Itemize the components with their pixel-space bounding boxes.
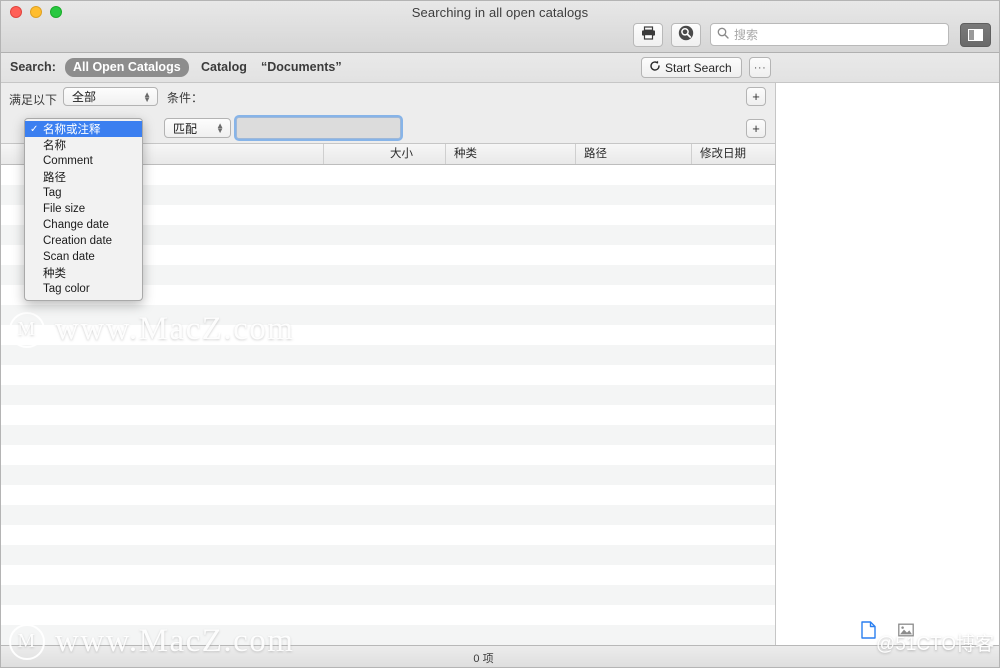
field-menu-item-label: File size xyxy=(43,203,86,215)
table-row[interactable] xyxy=(1,405,775,425)
match-all-value: 全部 xyxy=(72,90,97,104)
toolbar-search-placeholder: 搜索 xyxy=(734,28,759,42)
field-menu-item-label: Change date xyxy=(43,219,109,231)
scope-catalog[interactable]: Catalog xyxy=(193,58,255,77)
table-row[interactable] xyxy=(1,505,775,525)
table-row[interactable] xyxy=(1,385,775,405)
refresh-icon xyxy=(649,60,661,75)
table-row[interactable] xyxy=(1,485,775,505)
field-menu-item[interactable]: File size xyxy=(25,201,142,217)
table-row[interactable] xyxy=(1,585,775,605)
column-header-path[interactable]: 路径 xyxy=(575,144,691,164)
printer-icon xyxy=(641,25,656,45)
toolbar-search-field[interactable]: 搜索 xyxy=(710,23,949,46)
scan-search-button[interactable] xyxy=(671,23,701,47)
document-view-icon[interactable] xyxy=(861,621,876,644)
field-dropdown-menu[interactable]: ✓ 名称或注释名称 Comment 路径 Tag File size Change date… xyxy=(24,118,143,301)
field-menu-item-label: Tag xyxy=(43,187,62,199)
field-menu-item-label: 路径 xyxy=(43,172,66,184)
field-menu-item[interactable]: 名称 xyxy=(25,137,142,153)
scope-documents[interactable]: “Documents” xyxy=(253,58,350,77)
field-menu-item-label: Creation date xyxy=(43,235,113,247)
field-menu-item-label: Comment xyxy=(43,155,93,167)
criteria-value-input[interactable] xyxy=(236,117,401,139)
chevron-updown-icon: ▲ ▼ xyxy=(216,121,224,135)
criteria-prefix-label: 满足以下 xyxy=(9,93,58,107)
table-row[interactable] xyxy=(1,325,775,345)
sidebar-toggle-button[interactable] xyxy=(960,23,991,47)
field-menu-item[interactable]: Creation date xyxy=(25,233,142,249)
add-criteria-row-button-2[interactable]: + xyxy=(746,119,766,138)
search-scope-bar: Search: All Open Catalogs Catalog “Docum… xyxy=(1,53,999,83)
field-menu-item[interactable]: ✓ 名称或注释 xyxy=(25,121,142,137)
checkmark-icon: ✓ xyxy=(30,123,39,135)
column-header-date[interactable]: 修改日期 xyxy=(691,144,776,164)
window-titlebar: Searching in all open catalogs 搜索 xyxy=(1,1,999,53)
criteria-suffix-label: 条件： xyxy=(167,91,204,105)
start-search-button[interactable]: Start Search xyxy=(641,57,742,78)
field-menu-item-label: 种类 xyxy=(43,268,66,280)
image-view-icon[interactable] xyxy=(898,623,914,643)
match-all-dropdown[interactable]: 全部 ▲ ▼ xyxy=(63,87,158,106)
column-header-kind[interactable]: 种类 xyxy=(445,144,575,164)
magnifier-circle-icon xyxy=(678,25,694,46)
field-menu-item[interactable]: Tag xyxy=(25,185,142,201)
status-bar: 0 项 xyxy=(1,645,999,667)
table-row[interactable] xyxy=(1,525,775,545)
table-row[interactable] xyxy=(1,365,775,385)
search-options-more-button[interactable]: ··· xyxy=(749,57,771,78)
add-criteria-row-button-1[interactable]: + xyxy=(746,87,766,106)
field-menu-item[interactable]: 路径 xyxy=(25,169,142,185)
field-menu-item[interactable]: Comment xyxy=(25,153,142,169)
search-icon xyxy=(717,26,729,44)
field-menu-item-label: 名称 xyxy=(43,140,66,152)
field-menu-item[interactable]: Scan date xyxy=(25,249,142,265)
toolbar: 搜索 xyxy=(1,23,999,53)
chevron-updown-icon: ▲ ▼ xyxy=(143,89,151,104)
table-row[interactable] xyxy=(1,605,775,625)
field-menu-item[interactable]: Change date xyxy=(25,217,142,233)
sidebar-toggle-icon xyxy=(968,29,983,41)
table-row[interactable] xyxy=(1,305,775,325)
table-row[interactable] xyxy=(1,445,775,465)
table-row[interactable] xyxy=(1,425,775,445)
status-item-count: 0 项 xyxy=(473,653,494,665)
field-menu-item-label: 名称或注释 xyxy=(43,124,101,136)
view-mode-icons xyxy=(861,621,914,644)
field-menu-item[interactable]: Tag color xyxy=(25,281,142,297)
field-menu-item-label: Tag color xyxy=(43,283,90,295)
window-title: Searching in all open catalogs xyxy=(411,5,589,20)
field-menu-item-label: Scan date xyxy=(43,251,95,263)
operator-dropdown[interactable]: 匹配 ▲ ▼ xyxy=(164,118,231,138)
operator-value: 匹配 xyxy=(173,121,198,136)
start-search-label: Start Search xyxy=(665,60,732,75)
table-row[interactable] xyxy=(1,565,775,585)
detail-pane xyxy=(777,144,999,646)
table-row[interactable] xyxy=(1,545,775,565)
table-row[interactable] xyxy=(1,465,775,485)
scope-all-open-catalogs[interactable]: All Open Catalogs xyxy=(65,58,189,77)
print-button[interactable] xyxy=(633,23,663,47)
table-row[interactable] xyxy=(1,625,775,645)
table-row[interactable] xyxy=(1,345,775,365)
search-scope-label: Search: xyxy=(10,60,56,74)
field-menu-item[interactable]: 种类 xyxy=(25,265,142,281)
application-window: Searching in all open catalogs 搜索 Search… xyxy=(0,0,1000,668)
column-header-size[interactable]: 大小 xyxy=(323,144,445,164)
